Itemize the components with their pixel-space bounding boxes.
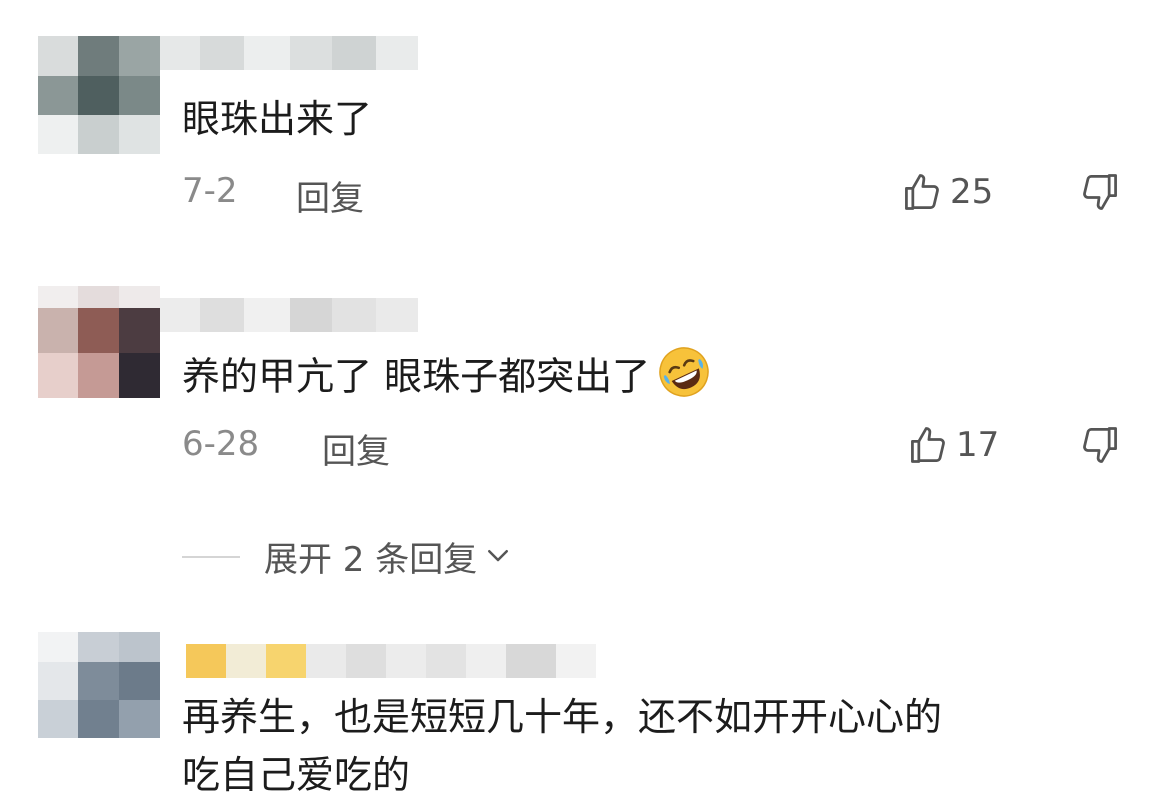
like-count: 17 — [956, 425, 1000, 465]
divider-line — [182, 555, 240, 558]
thumbs-up-icon — [906, 423, 950, 467]
comment-text: 眼珠出来了 — [182, 97, 373, 141]
comment-date: 6-28 — [182, 424, 260, 464]
reply-button[interactable]: 回复 — [322, 424, 390, 473]
username-blurred[interactable] — [160, 36, 418, 70]
like-button[interactable]: 17 — [906, 423, 999, 467]
comment-text-line: 吃自己爱吃的 — [182, 753, 411, 797]
thumbs-up-icon — [900, 170, 944, 214]
like-button[interactable]: 25 — [900, 170, 993, 214]
username-blurred[interactable] — [186, 644, 596, 678]
rolling-on-floor-laughing-icon — [654, 342, 714, 416]
comment-text-line: 再养生，也是短短几十年，还不如开开心心的 — [182, 695, 943, 739]
comment-date: 7-2 — [182, 171, 238, 211]
expand-replies-button[interactable]: 展开 2 条回复 — [182, 532, 513, 581]
chevron-down-icon — [483, 540, 513, 574]
avatar[interactable] — [38, 632, 160, 738]
avatar[interactable] — [38, 36, 160, 154]
thumbs-down-icon — [1078, 170, 1122, 214]
comment-text-content: 养的甲亢了 眼珠子都突出了 — [182, 354, 651, 399]
dislike-button[interactable] — [1078, 170, 1122, 214]
dislike-button[interactable] — [1078, 423, 1122, 467]
thumbs-down-icon — [1078, 423, 1122, 467]
like-count: 25 — [950, 172, 994, 212]
avatar[interactable] — [38, 286, 160, 398]
reply-button[interactable]: 回复 — [296, 171, 364, 220]
expand-replies-label: 展开 2 条回复 — [264, 540, 478, 580]
comment-text: 养的甲亢了 眼珠子都突出了 — [182, 342, 714, 416]
username-blurred[interactable] — [160, 298, 418, 332]
